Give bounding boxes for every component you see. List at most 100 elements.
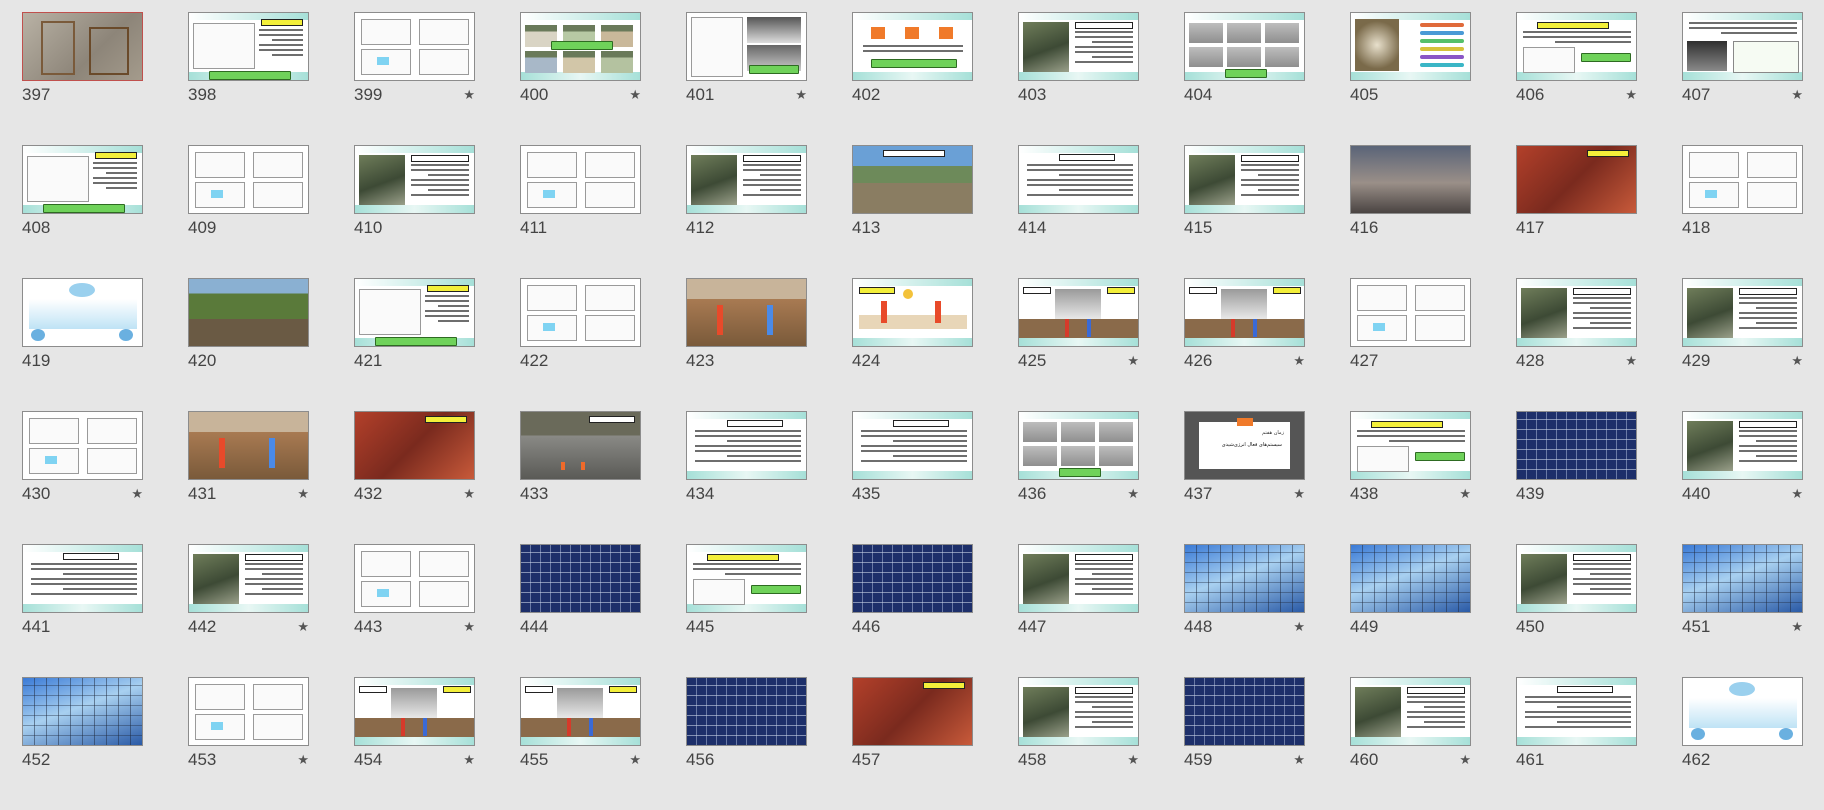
slide-thumbnail-426[interactable]: 426 ★ — [1184, 278, 1305, 411]
slide-thumbnail-454[interactable]: 454 ★ — [354, 677, 475, 810]
slide-thumbnail-420[interactable]: 420 — [188, 278, 309, 411]
slide-preview[interactable] — [22, 145, 143, 214]
slide-preview[interactable] — [1516, 278, 1637, 347]
slide-thumbnail-460[interactable]: 460 ★ — [1350, 677, 1471, 810]
slide-preview[interactable] — [354, 544, 475, 613]
slide-preview[interactable] — [188, 145, 309, 214]
slide-preview[interactable] — [686, 411, 807, 480]
slide-thumbnail-455[interactable]: 455 ★ — [520, 677, 641, 810]
slide-preview[interactable] — [852, 677, 973, 746]
slide-preview[interactable] — [22, 12, 143, 81]
slide-preview[interactable] — [1018, 278, 1139, 347]
slide-preview[interactable] — [1682, 12, 1803, 81]
slide-preview[interactable] — [852, 145, 973, 214]
slide-preview[interactable] — [686, 145, 807, 214]
slide-thumbnail-434[interactable]: 434 — [686, 411, 807, 544]
slide-thumbnail-406[interactable]: 406 ★ — [1516, 12, 1637, 145]
slide-thumbnail-453[interactable]: 453 ★ — [188, 677, 309, 810]
slide-preview[interactable] — [520, 278, 641, 347]
slide-preview[interactable]: زمان هفتم سیستم‌های فعال انرژی‌شیدی — [1184, 411, 1305, 480]
slide-thumbnail-424[interactable]: 424 — [852, 278, 973, 411]
slide-thumbnail-404[interactable]: 404 — [1184, 12, 1305, 145]
slide-preview[interactable] — [852, 411, 973, 480]
slide-thumbnail-433[interactable]: 433 — [520, 411, 641, 544]
slide-thumbnail-446[interactable]: 446 — [852, 544, 973, 677]
slide-preview[interactable] — [354, 677, 475, 746]
slide-thumbnail-451[interactable]: 451 ★ — [1682, 544, 1803, 677]
slide-thumbnail-407[interactable]: 407 ★ — [1682, 12, 1803, 145]
slide-preview[interactable] — [188, 12, 309, 81]
slide-preview[interactable] — [686, 12, 807, 81]
slide-thumbnail-422[interactable]: 422 — [520, 278, 641, 411]
slide-thumbnail-401[interactable]: 401 ★ — [686, 12, 807, 145]
slide-preview[interactable] — [1516, 145, 1637, 214]
slide-thumbnail-417[interactable]: 417 — [1516, 145, 1637, 278]
slide-preview[interactable] — [1682, 278, 1803, 347]
slide-thumbnail-443[interactable]: 443 ★ — [354, 544, 475, 677]
slide-thumbnail-441[interactable]: 441 — [22, 544, 143, 677]
slide-thumbnail-413[interactable]: 413 — [852, 145, 973, 278]
slide-thumbnail-442[interactable]: 442 ★ — [188, 544, 309, 677]
slide-preview[interactable] — [686, 677, 807, 746]
slide-preview[interactable] — [852, 278, 973, 347]
slide-preview[interactable] — [520, 12, 641, 81]
slide-thumbnail-397[interactable]: 397 — [22, 12, 143, 145]
slide-thumbnail-405[interactable]: 405 — [1350, 12, 1471, 145]
slide-thumbnail-445[interactable]: 445 — [686, 544, 807, 677]
slide-thumbnail-429[interactable]: 429 ★ — [1682, 278, 1803, 411]
slide-thumbnail-431[interactable]: 431 ★ — [188, 411, 309, 544]
slide-thumbnail-430[interactable]: 430 ★ — [22, 411, 143, 544]
slide-preview[interactable] — [1350, 12, 1471, 81]
slide-preview[interactable] — [1350, 278, 1471, 347]
slide-preview[interactable] — [520, 677, 641, 746]
slide-thumbnail-439[interactable]: 439 — [1516, 411, 1637, 544]
slide-preview[interactable] — [1350, 677, 1471, 746]
slide-thumbnail-457[interactable]: 457 — [852, 677, 973, 810]
slide-thumbnail-462[interactable]: 462 — [1682, 677, 1803, 810]
slide-thumbnail-436[interactable]: 436 ★ — [1018, 411, 1139, 544]
slide-thumbnail-421[interactable]: 421 — [354, 278, 475, 411]
slide-preview[interactable] — [22, 278, 143, 347]
slide-thumbnail-435[interactable]: 435 — [852, 411, 973, 544]
slide-thumbnail-428[interactable]: 428 ★ — [1516, 278, 1637, 411]
slide-preview[interactable] — [1018, 677, 1139, 746]
slide-preview[interactable] — [520, 544, 641, 613]
slide-thumbnail-409[interactable]: 409 — [188, 145, 309, 278]
slide-thumbnail-414[interactable]: 414 — [1018, 145, 1139, 278]
slide-preview[interactable] — [1682, 411, 1803, 480]
slide-preview[interactable] — [22, 544, 143, 613]
slide-preview[interactable] — [22, 411, 143, 480]
slide-preview[interactable] — [1018, 544, 1139, 613]
slide-preview[interactable] — [354, 12, 475, 81]
slide-thumbnail-450[interactable]: 450 — [1516, 544, 1637, 677]
slide-thumbnail-458[interactable]: 458 ★ — [1018, 677, 1139, 810]
slide-preview[interactable] — [1184, 145, 1305, 214]
slide-preview[interactable] — [1516, 677, 1637, 746]
slide-preview[interactable] — [1350, 145, 1471, 214]
slide-preview[interactable] — [1018, 145, 1139, 214]
slide-preview[interactable] — [520, 411, 641, 480]
slide-thumbnail-419[interactable]: 419 — [22, 278, 143, 411]
slide-thumbnail-425[interactable]: 425 ★ — [1018, 278, 1139, 411]
slide-preview[interactable] — [354, 145, 475, 214]
slide-thumbnail-452[interactable]: 452 — [22, 677, 143, 810]
slide-preview[interactable] — [1184, 12, 1305, 81]
slide-preview[interactable] — [188, 411, 309, 480]
slide-preview[interactable] — [686, 544, 807, 613]
slide-thumbnail-403[interactable]: 403 — [1018, 12, 1139, 145]
slide-thumbnail-449[interactable]: 449 — [1350, 544, 1471, 677]
slide-preview[interactable] — [354, 411, 475, 480]
slide-thumbnail-432[interactable]: 432 ★ — [354, 411, 475, 544]
slide-thumbnail-461[interactable]: 461 — [1516, 677, 1637, 810]
slide-preview[interactable] — [1184, 677, 1305, 746]
slide-thumbnail-402[interactable]: 402 — [852, 12, 973, 145]
slide-preview[interactable] — [1516, 411, 1637, 480]
slide-thumbnail-459[interactable]: 459 ★ — [1184, 677, 1305, 810]
slide-thumbnail-408[interactable]: 408 — [22, 145, 143, 278]
slide-preview[interactable] — [188, 544, 309, 613]
slide-thumbnail-427[interactable]: 427 — [1350, 278, 1471, 411]
slide-preview[interactable] — [1682, 677, 1803, 746]
slide-preview[interactable] — [686, 278, 807, 347]
slide-thumbnail-398[interactable]: 398 — [188, 12, 309, 145]
slide-preview[interactable] — [1682, 544, 1803, 613]
